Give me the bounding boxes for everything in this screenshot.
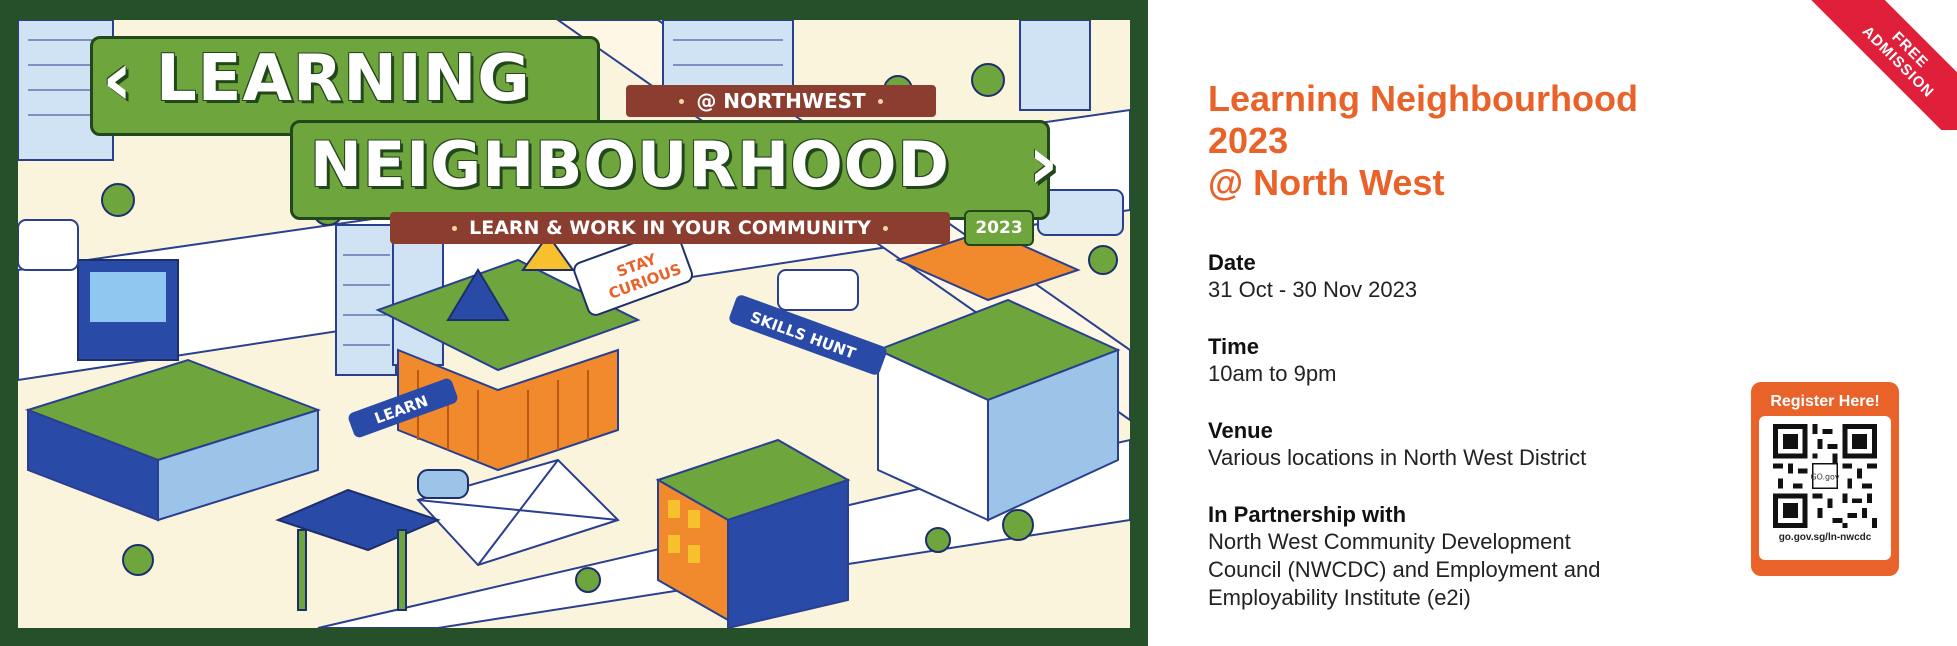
poster-illustration: STAY CURIOUS SKILLS HUNT LEARN ‹ LEARNIN…	[18, 20, 1130, 628]
qr-code-box[interactable]: GO.gov go.gov.sg/ln-nwcdc	[1759, 416, 1891, 560]
chevron-left-icon: ‹	[102, 36, 133, 122]
event-info-panel: Learning Neighbourhood 2023 @ North West…	[1208, 78, 1728, 612]
register-title[interactable]: Register Here!	[1759, 390, 1891, 416]
venue-value: Various locations in North West District	[1208, 445, 1587, 470]
register-url[interactable]: go.gov.sg/ln-nwcdc	[1779, 532, 1872, 543]
qr-center-logo: GO.gov	[1810, 472, 1839, 481]
location-tag: @ NORTHWEST	[626, 85, 936, 117]
time-label: Time	[1208, 334, 1259, 359]
year-badge: 2023	[964, 210, 1034, 246]
register-card[interactable]: Register Here! GO.gov go.gov.sg/ln-nwcdc	[1751, 382, 1899, 576]
partnership-value: North West Community Development Council…	[1208, 529, 1601, 610]
free-admission-ribbon: FREE ADMISSION	[1787, 0, 1957, 130]
time-value: 10am to 9pm	[1208, 361, 1337, 386]
time-field: Time 10am to 9pm	[1208, 334, 1728, 388]
partnership-label: In Partnership with	[1208, 502, 1407, 527]
tagline-pill: LEARN & WORK IN YOUR COMMUNITY	[390, 212, 950, 244]
location-tag-text: @ NORTHWEST	[696, 89, 866, 113]
event-title-line1: Learning Neighbourhood 2023	[1208, 78, 1638, 161]
event-poster: STAY CURIOUS SKILLS HUNT LEARN ‹ LEARNIN…	[0, 0, 1148, 646]
date-field: Date 31 Oct - 30 Nov 2023	[1208, 250, 1728, 304]
event-title: Learning Neighbourhood 2023 @ North West	[1208, 78, 1728, 204]
partnership-field: In Partnership with North West Community…	[1208, 502, 1728, 612]
poster-title-line1: LEARNING	[156, 42, 531, 116]
date-value: 31 Oct - 30 Nov 2023	[1208, 277, 1418, 302]
venue-field: Venue Various locations in North West Di…	[1208, 418, 1728, 472]
ribbon-band: FREE ADMISSION	[1804, 0, 1957, 130]
poster-title-line2: NEIGHBOURHOOD	[310, 128, 950, 201]
event-title-line2: @ North West	[1208, 162, 1445, 203]
chevron-right-icon: ›	[1028, 120, 1059, 206]
qr-code-icon[interactable]: GO.gov	[1773, 424, 1877, 528]
tagline-text: LEARN & WORK IN YOUR COMMUNITY	[469, 217, 871, 239]
venue-label: Venue	[1208, 418, 1273, 443]
date-label: Date	[1208, 250, 1256, 275]
